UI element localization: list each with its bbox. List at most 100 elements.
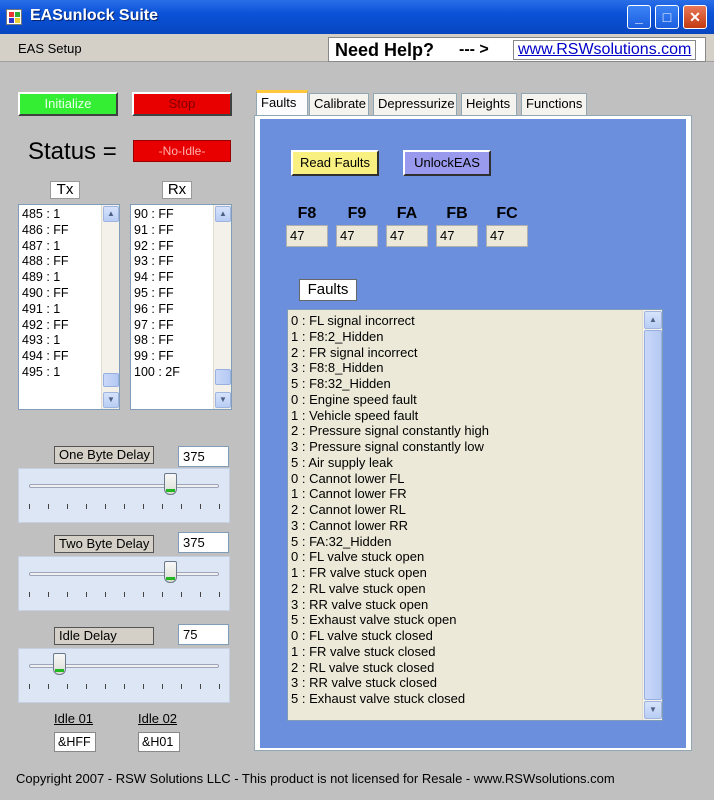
tx-list-item[interactable]: 492 : FF xyxy=(22,318,69,334)
fault-list-item[interactable]: 5 : Exhaust valve stuck open xyxy=(291,612,489,628)
slider-tick xyxy=(86,592,87,597)
tx-scrollbar[interactable]: ▲ ▼ xyxy=(101,205,119,409)
fault-list-item[interactable]: 2 : RL valve stuck open xyxy=(291,581,489,597)
two-byte-delay-slider[interactable] xyxy=(18,556,230,611)
read-faults-button[interactable]: Read Faults xyxy=(291,150,379,176)
register-value-f9[interactable]: 47 xyxy=(336,225,378,247)
fault-list-item[interactable]: 3 : Cannot lower RR xyxy=(291,518,489,534)
slider-tick xyxy=(162,592,163,597)
rx-list-item[interactable]: 98 : FF xyxy=(134,333,180,349)
tx-list-item[interactable]: 486 : FF xyxy=(22,223,69,239)
rx-list-item[interactable]: 92 : FF xyxy=(134,239,180,255)
idle-delay-value[interactable]: 75 xyxy=(178,624,229,645)
slider-tick xyxy=(86,684,87,689)
rx-listbox[interactable]: 90 : FF 91 : FF 92 : FF 93 : FF 94 : FF 95 : … xyxy=(130,204,232,410)
slider-thumb[interactable] xyxy=(163,473,177,495)
idle-delay-slider[interactable] xyxy=(18,648,230,703)
tx-list-item[interactable]: 493 : 1 xyxy=(22,333,69,349)
fault-list-item[interactable]: 1 : FR valve stuck closed xyxy=(291,644,489,660)
scroll-up-icon[interactable]: ▲ xyxy=(103,206,119,222)
tx-list-item[interactable]: 490 : FF xyxy=(22,286,69,302)
tab-functions[interactable]: Functions xyxy=(521,93,587,115)
rx-list-item[interactable]: 90 : FF xyxy=(134,207,180,223)
fault-list-item[interactable]: 0 : Cannot lower FL xyxy=(291,471,489,487)
fault-list-item[interactable]: 0 : FL valve stuck closed xyxy=(291,628,489,644)
one-byte-delay-value[interactable]: 375 xyxy=(178,446,229,467)
fault-list-item[interactable]: 3 : RR valve stuck closed xyxy=(291,675,489,691)
fault-list-item[interactable]: 1 : F8:2_Hidden xyxy=(291,329,489,345)
slider-tick xyxy=(143,504,144,509)
rx-list-item[interactable]: 93 : FF xyxy=(134,254,180,270)
menu-eas-setup[interactable]: EAS Setup xyxy=(18,41,82,56)
fault-list-item[interactable]: 5 : Exhaust valve stuck closed xyxy=(291,691,489,707)
scroll-thumb[interactable] xyxy=(103,373,119,387)
register-value-fa[interactable]: 47 xyxy=(386,225,428,247)
initialize-button[interactable]: Initialize xyxy=(18,92,118,116)
tx-list-item[interactable]: 485 : 1 xyxy=(22,207,69,223)
register-value-f8[interactable]: 47 xyxy=(286,225,328,247)
fault-list-item[interactable]: 0 : FL valve stuck open xyxy=(291,549,489,565)
tx-list-item[interactable]: 487 : 1 xyxy=(22,239,69,255)
rx-list-item[interactable]: 96 : FF xyxy=(134,302,180,318)
tx-list-item[interactable]: 489 : 1 xyxy=(22,270,69,286)
help-link[interactable]: www.RSWsolutions.com xyxy=(513,40,697,60)
rx-list-item[interactable]: 95 : FF xyxy=(134,286,180,302)
tx-list-item[interactable]: 494 : FF xyxy=(22,349,69,365)
tx-list-item[interactable]: 495 : 1 xyxy=(22,365,69,381)
idle-01-field[interactable]: &HFF xyxy=(54,732,96,752)
fault-list-item[interactable]: 2 : RL valve stuck closed xyxy=(291,660,489,676)
unlock-eas-button[interactable]: UnlockEAS xyxy=(403,150,491,176)
faults-scrollbar[interactable]: ▲ ▼ xyxy=(642,310,662,720)
slider-thumb[interactable] xyxy=(163,561,177,583)
fault-list-item[interactable]: 0 : Engine speed fault xyxy=(291,392,489,408)
scroll-up-icon[interactable]: ▲ xyxy=(644,311,662,329)
stop-button[interactable]: Stop xyxy=(132,92,232,116)
scroll-thumb[interactable] xyxy=(215,369,231,385)
tx-listbox[interactable]: 485 : 1 486 : FF 487 : 1 488 : FF 489 : 1 490… xyxy=(18,204,120,410)
tx-list-item[interactable]: 491 : 1 xyxy=(22,302,69,318)
fault-list-item[interactable]: 1 : FR valve stuck open xyxy=(291,565,489,581)
scroll-down-icon[interactable]: ▼ xyxy=(215,392,231,408)
fault-list-item[interactable]: 3 : RR valve stuck open xyxy=(291,597,489,613)
tab-faults[interactable]: Faults xyxy=(256,90,308,116)
fault-list-item[interactable]: 1 : Vehicle speed fault xyxy=(291,408,489,424)
two-byte-delay-value[interactable]: 375 xyxy=(178,532,229,553)
close-button[interactable]: ✕ xyxy=(683,5,707,29)
scroll-up-icon[interactable]: ▲ xyxy=(215,206,231,222)
fault-list-item[interactable]: 5 : Air supply leak xyxy=(291,455,489,471)
fault-list-item[interactable]: 1 : Cannot lower FR xyxy=(291,486,489,502)
tab-calibrate[interactable]: Calibrate xyxy=(309,93,369,115)
fault-list-item[interactable]: 5 : FA:32_Hidden xyxy=(291,534,489,550)
rx-scrollbar[interactable]: ▲ ▼ xyxy=(213,205,231,409)
fault-list-item[interactable]: 2 : Cannot lower RL xyxy=(291,502,489,518)
rx-list-item[interactable]: 100 : 2F xyxy=(134,365,180,381)
fault-list-item[interactable]: 0 : FL signal incorrect xyxy=(291,313,489,329)
fault-list-item[interactable]: 3 : F8:8_Hidden xyxy=(291,360,489,376)
help-banner: Need Help? --- > www.RSWsolutions.com xyxy=(328,37,706,62)
one-byte-delay-slider[interactable] xyxy=(18,468,230,523)
tab-heights[interactable]: Heights xyxy=(461,93,517,115)
tab-depressurize[interactable]: Depressurize xyxy=(373,93,457,115)
maximize-button[interactable]: □ xyxy=(655,5,679,29)
scroll-down-icon[interactable]: ▼ xyxy=(103,392,119,408)
rx-list-item[interactable]: 94 : FF xyxy=(134,270,180,286)
rx-list-item[interactable]: 97 : FF xyxy=(134,318,180,334)
minimize-button[interactable]: _ xyxy=(627,5,651,29)
fault-list-item[interactable]: 2 : FR signal incorrect xyxy=(291,345,489,361)
scroll-down-icon[interactable]: ▼ xyxy=(644,701,662,719)
slider-thumb[interactable] xyxy=(53,653,67,675)
register-value-fb[interactable]: 47 xyxy=(436,225,478,247)
idle-delay-label: Idle Delay xyxy=(54,627,154,645)
rx-list-item[interactable]: 99 : FF xyxy=(134,349,180,365)
fault-list-item[interactable]: 5 : F8:32_Hidden xyxy=(291,376,489,392)
fault-list-item[interactable]: 3 : Pressure signal constantly low xyxy=(291,439,489,455)
tx-list-item[interactable]: 488 : FF xyxy=(22,254,69,270)
idle-02-field[interactable]: &H01 xyxy=(138,732,180,752)
slider-tick xyxy=(200,684,201,689)
register-value-fc[interactable]: 47 xyxy=(486,225,528,247)
register-header-fc: FC xyxy=(496,205,518,222)
fault-list-item[interactable]: 2 : Pressure signal constantly high xyxy=(291,423,489,439)
faults-listbox[interactable]: 0 : FL signal incorrect 1 : F8:2_Hidden 2 … xyxy=(287,309,663,721)
scroll-thumb[interactable] xyxy=(644,330,662,700)
rx-list-item[interactable]: 91 : FF xyxy=(134,223,180,239)
